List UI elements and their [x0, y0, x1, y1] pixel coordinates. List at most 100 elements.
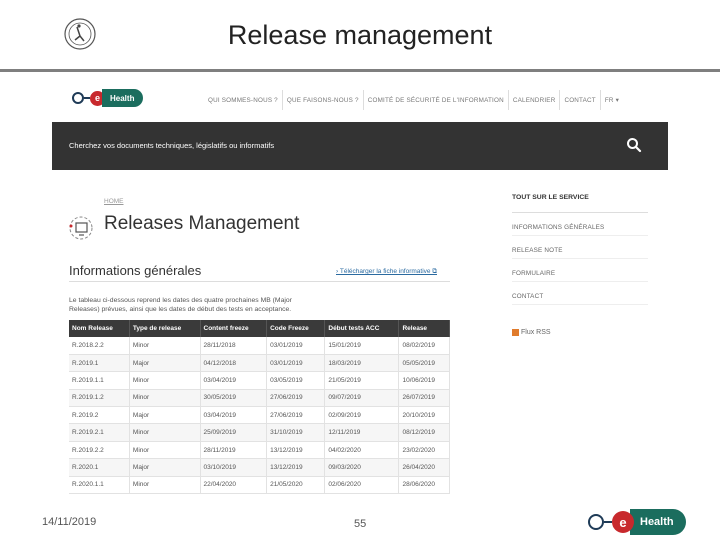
table-cell: 22/04/2020	[200, 476, 268, 495]
table-cell: 25/09/2019	[200, 423, 268, 442]
table-cell: 27/06/2019	[266, 389, 326, 408]
table-cell: 09/07/2019	[324, 389, 400, 408]
table-cell: 28/06/2020	[398, 476, 450, 495]
table-cell: Minor	[129, 389, 201, 408]
rss-feed-link[interactable]: Flux RSS	[512, 329, 648, 336]
table-cell: 12/11/2019	[324, 423, 400, 442]
table-cell: 03/10/2019	[200, 458, 268, 477]
footer-logo-text: Health	[630, 509, 686, 535]
table-row: R.2020.1 Major 03/10/2019 13/12/2019 09/03/2…	[69, 458, 450, 477]
table-cell: 03/01/2019	[266, 337, 326, 355]
table-cell: Minor	[129, 423, 201, 442]
table-cell: 13/12/2019	[266, 458, 326, 477]
logo-ring-icon	[72, 92, 84, 104]
section-title: Informations générales	[69, 263, 202, 278]
table-cell: 30/05/2019	[200, 389, 268, 408]
table-cell: Minor	[129, 476, 201, 495]
table-cell: 26/04/2020	[398, 458, 450, 477]
table-cell: 09/03/2020	[324, 458, 400, 477]
table-cell: 03/05/2019	[266, 371, 326, 390]
table-cell: 28/11/2018	[200, 337, 268, 355]
search-prompt[interactable]: Cherchez vos documents techniques, légis…	[69, 141, 274, 150]
nav-calendar[interactable]: CALENDRIER	[507, 90, 560, 110]
table-row: R.2019.1.2 Minor 30/05/2019 27/06/2019 09/07…	[69, 389, 450, 408]
table-header-row: Nom Release Type de release Content freeze…	[69, 320, 450, 337]
website-screenshot: e Health QUI SOMMES-NOUS ? QUE FAISONS-N…	[52, 78, 668, 503]
page-title: Releases Management	[104, 213, 300, 234]
table-cell: R.2019.1	[69, 354, 130, 373]
table-cell: 13/12/2019	[266, 441, 326, 460]
table-row: R.2019.2 Major 03/04/2019 27/06/2019 02/09/2…	[69, 406, 450, 425]
page-content: HOME Releases Management Informations gé…	[52, 170, 668, 503]
table-cell: Major	[129, 406, 201, 425]
table-cell: R.2019.1.2	[69, 389, 130, 408]
nav-what-we-do[interactable]: QUE FAISONS-NOUS ?	[281, 90, 363, 110]
column-header: Code Freeze	[266, 320, 326, 337]
table-cell: 28/11/2019	[200, 441, 268, 460]
table-cell: R.2020.1	[69, 458, 130, 477]
table-cell: 08/02/2019	[398, 337, 450, 355]
table-cell: 02/06/2020	[324, 476, 400, 495]
table-cell: 15/01/2019	[324, 337, 400, 355]
table-cell: 23/02/2020	[398, 441, 450, 460]
ehealth-footer-logo: e Health	[588, 508, 686, 536]
table-row: R.2019.2.1 Minor 25/09/2019 31/10/2019 12/11…	[69, 423, 450, 442]
table-cell: Major	[129, 354, 201, 373]
column-header: Type de release	[129, 320, 201, 337]
table-row: R.2019.2.2 Minor 28/11/2019 13/12/2019 04/02…	[69, 441, 450, 460]
table-cell: 10/06/2019	[398, 371, 450, 390]
footer-logo-e-badge: e	[612, 511, 634, 533]
breadcrumb-home[interactable]: HOME	[104, 198, 124, 205]
sidebar-item-release-note[interactable]: RELEASE NOTE	[512, 236, 648, 259]
table-cell: 04/02/2020	[324, 441, 400, 460]
table-cell: R.2020.1.1	[69, 476, 130, 495]
release-schedule-table: Nom Release Type de release Content freeze…	[69, 320, 450, 495]
ehealth-logo[interactable]: e Health	[72, 88, 144, 108]
table-cell: 03/01/2019	[266, 354, 326, 373]
table-cell: Major	[129, 458, 201, 477]
table-cell: 27/06/2019	[266, 406, 326, 425]
service-sidebar: TOUT SUR LE SERVICE INFORMATIONS GÉNÉRAL…	[512, 194, 648, 336]
column-header: Content freeze	[200, 320, 268, 337]
table-cell: Minor	[129, 337, 201, 355]
sidebar-item-form[interactable]: FORMULAIRE	[512, 259, 648, 282]
table-cell: 20/10/2019	[398, 406, 450, 425]
table-cell: Minor	[129, 441, 201, 460]
slide-date: 14/11/2019	[42, 516, 97, 528]
rss-icon	[512, 329, 519, 336]
table-cell: R.2019.2.2	[69, 441, 130, 460]
sidebar-item-contact[interactable]: CONTACT	[512, 282, 648, 305]
table-cell: 04/12/2018	[200, 354, 268, 373]
table-cell: R.2019.2.1	[69, 423, 130, 442]
table-cell: 08/12/2019	[398, 423, 450, 442]
language-selector[interactable]: FR ▾	[599, 90, 623, 110]
main-menu: QUI SOMMES-NOUS ? QUE FAISONS-NOUS ? COM…	[204, 78, 623, 122]
download-info-sheet-link[interactable]: › Télécharger la fiche informative ⧉	[336, 268, 437, 276]
table-row: R.2020.1.1 Minor 22/04/2020 21/05/2020 02/06…	[69, 476, 450, 495]
table-cell: R.2019.1.1	[69, 371, 130, 390]
table-cell: 03/04/2019	[200, 371, 268, 390]
slide-title: Release management	[227, 20, 493, 50]
nav-contact[interactable]: CONTACT	[559, 90, 599, 110]
table-cell: R.2018.2.2	[69, 337, 130, 355]
table-row: R.2018.2.2 Minor 28/11/2018 03/01/2019 15/01…	[69, 337, 450, 355]
search-bar[interactable]: Cherchez vos documents techniques, légis…	[52, 122, 668, 170]
nav-who-are-we[interactable]: QUI SOMMES-NOUS ?	[204, 90, 282, 110]
header-divider	[0, 69, 720, 72]
column-header: Début tests ACC	[324, 320, 400, 337]
rss-label: Flux RSS	[521, 329, 551, 336]
sidebar-item-general-info[interactable]: INFORMATIONS GÉNÉRALES	[512, 213, 648, 236]
table-cell: 21/05/2020	[266, 476, 326, 495]
logo-text: Health	[102, 89, 144, 107]
table-cell: 18/03/2019	[324, 354, 400, 373]
table-row: R.2019.1 Major 04/12/2018 03/01/2019 18/03/2…	[69, 354, 450, 373]
section-divider	[69, 281, 450, 282]
release-management-icon	[69, 216, 93, 240]
column-header: Nom Release	[69, 320, 130, 337]
table-cell: 21/05/2019	[324, 371, 400, 390]
search-icon[interactable]	[626, 137, 642, 153]
table-cell: Minor	[129, 371, 201, 390]
nav-security-committee[interactable]: COMITÉ DE SÉCURITÉ DE L'INFORMATION	[362, 90, 508, 110]
table-row: R.2019.1.1 Minor 03/04/2019 03/05/2019 21/05…	[69, 371, 450, 390]
table-cell: 03/04/2019	[200, 406, 268, 425]
